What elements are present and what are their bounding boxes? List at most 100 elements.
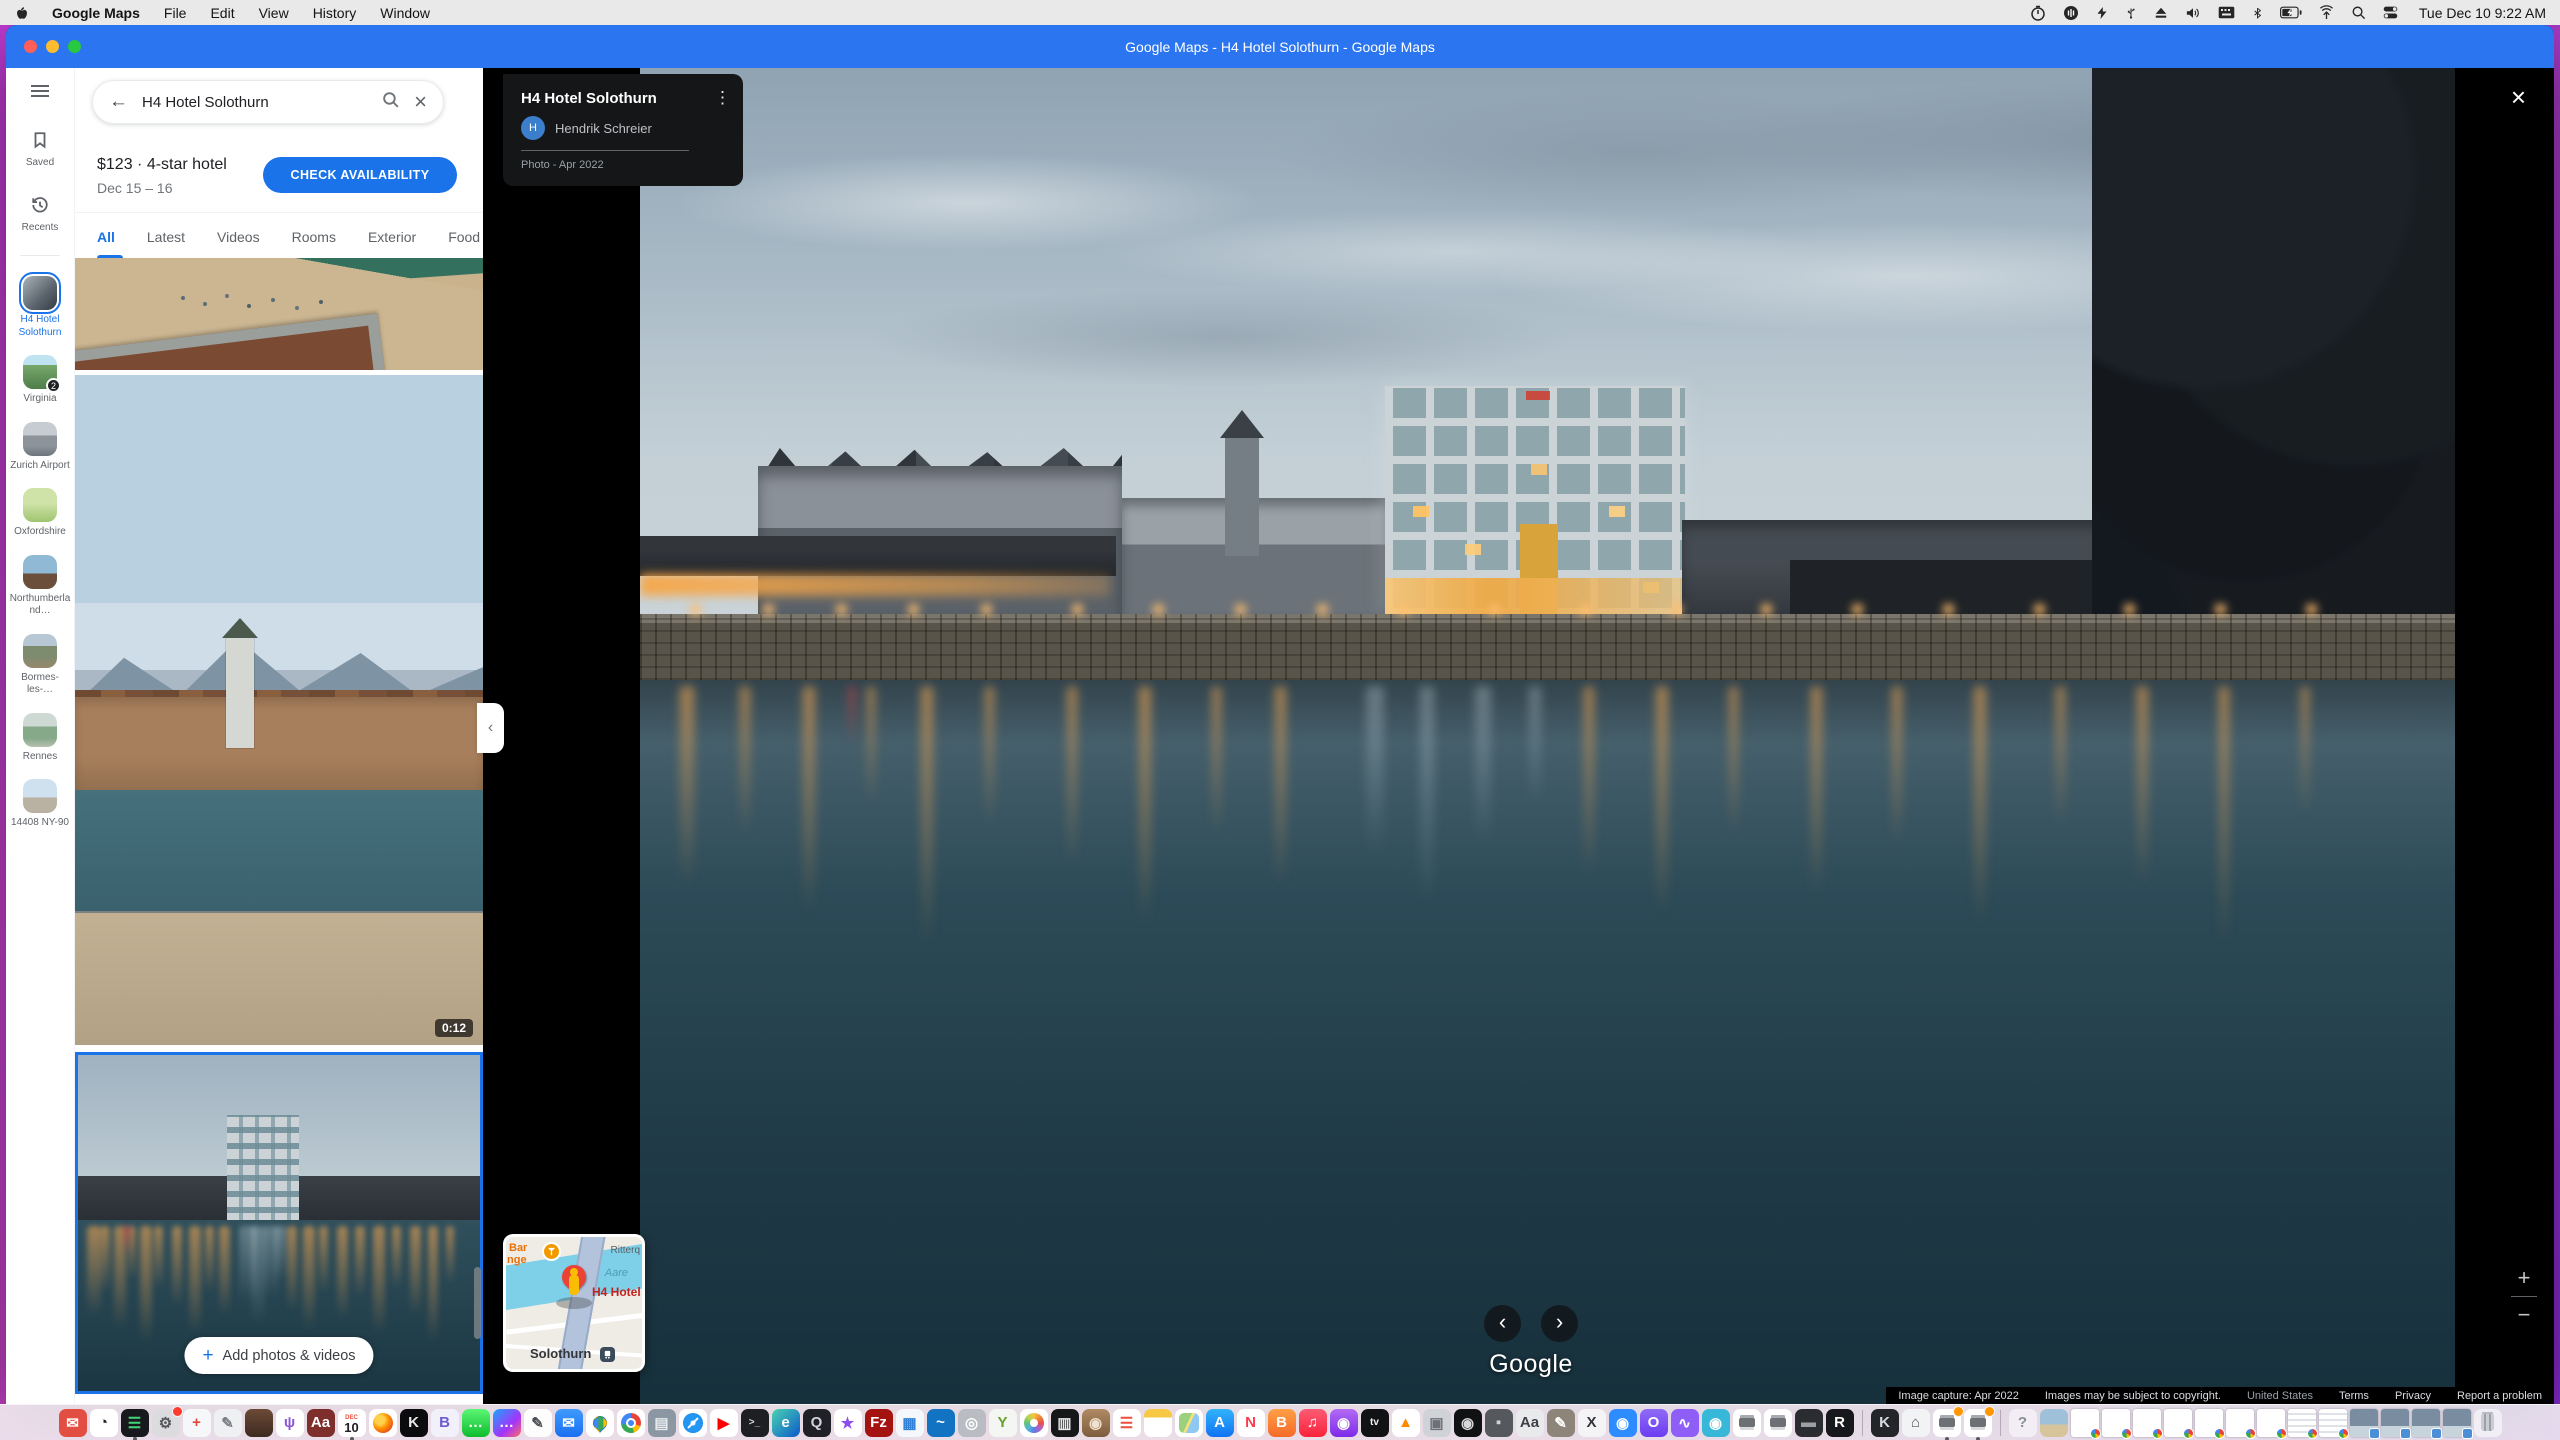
clear-search-icon[interactable]: ×: [414, 91, 427, 113]
photo-thumbnail-rooftop[interactable]: [75, 258, 483, 370]
dock-help-icon[interactable]: ?: [2009, 1409, 2037, 1437]
dock-font-book-icon[interactable]: Aa: [1516, 1409, 1544, 1437]
search-icon[interactable]: [381, 90, 400, 114]
hamburger-menu-icon[interactable]: [30, 84, 50, 103]
dock-medical-icon[interactable]: +: [183, 1409, 211, 1437]
dock-edge-icon[interactable]: e: [772, 1409, 800, 1437]
menu-item-window[interactable]: Window: [380, 5, 430, 21]
add-photos-button[interactable]: + Add photos & videos: [184, 1337, 373, 1374]
zoom-window-button[interactable]: [68, 40, 81, 53]
audio-icon[interactable]: [2063, 5, 2079, 21]
dock-trash-icon[interactable]: [2474, 1409, 2502, 1437]
mini-map[interactable]: Bar nge Ritterq Aare H4 Hotel Solothurn: [503, 1234, 645, 1372]
recent-place-oxfordshire[interactable]: Oxfordshire: [9, 488, 71, 539]
author-avatar[interactable]: H: [521, 116, 545, 140]
menu-clock[interactable]: Tue Dec 10 9:22 AM: [2419, 5, 2546, 21]
dock-filezilla-icon[interactable]: Fz: [865, 1409, 893, 1437]
dock-files-gray-icon[interactable]: ▤: [648, 1409, 676, 1437]
dock-books-icon[interactable]: B: [1268, 1409, 1296, 1437]
dock-voice-memos-icon[interactable]: ∿: [1671, 1409, 1699, 1437]
dock-kindle-icon[interactable]: K: [400, 1409, 428, 1437]
hotel-dates[interactable]: Dec 15 – 16: [97, 180, 173, 196]
collapse-panel-handle[interactable]: ‹: [477, 703, 504, 753]
dock-apple-maps-icon[interactable]: [1175, 1409, 1203, 1437]
dock-window-shot-1-icon[interactable]: [2350, 1409, 2378, 1437]
menu-item-history[interactable]: History: [313, 5, 357, 21]
usb-icon[interactable]: [2125, 5, 2137, 21]
dock-system-settings-icon[interactable]: ⚙: [152, 1409, 180, 1437]
dock-gimp-icon[interactable]: ✎: [1547, 1409, 1575, 1437]
eject-icon[interactable]: [2154, 6, 2168, 20]
dock-calendar-icon[interactable]: DEC10: [338, 1409, 366, 1437]
dock-archive-utility-icon[interactable]: ▣: [1423, 1409, 1451, 1437]
dock-midi-usb-icon[interactable]: ψ: [276, 1409, 304, 1437]
dock-print-center-icon[interactable]: [1764, 1409, 1792, 1437]
dock-keychain-icon[interactable]: K: [1871, 1409, 1899, 1437]
check-availability-button[interactable]: CHECK AVAILABILITY: [263, 157, 457, 193]
recent-place-virginia[interactable]: 2Virginia: [9, 355, 71, 406]
sidebar-item-saved[interactable]: Saved: [26, 131, 54, 168]
zoom-in-button[interactable]: +: [2508, 1263, 2541, 1293]
dock-chrome-doc-2-icon[interactable]: [2102, 1409, 2130, 1437]
recent-place-bormes-les-[interactable]: Bormes-les-…: [9, 634, 71, 697]
dock-chrome-icon[interactable]: [617, 1409, 645, 1437]
dock-midi-keys-icon[interactable]: ▥: [1051, 1409, 1079, 1437]
control-center-icon[interactable]: [2383, 6, 2398, 19]
dock-apple-tv-icon[interactable]: tv: [1361, 1409, 1389, 1437]
dock-podcasts-icon[interactable]: ◉: [1330, 1409, 1358, 1437]
dock-drafts-icon[interactable]: ✎: [524, 1409, 552, 1437]
keyboard-icon[interactable]: [2218, 6, 2235, 19]
dock-printer-b-icon[interactable]: [1964, 1409, 1992, 1437]
recent-place-14408-ny-90[interactable]: 14408 NY-90: [9, 779, 71, 830]
recent-place-h4-hotel-solothurn[interactable]: H4 Hotel Solothurn: [9, 276, 71, 339]
tab-rooms[interactable]: Rooms: [292, 216, 336, 258]
dock-orbit-icon[interactable]: O: [1640, 1409, 1668, 1437]
dock-chrome-doc-3-icon[interactable]: [2133, 1409, 2161, 1437]
apple-icon[interactable]: [14, 5, 28, 21]
dock-bibdesk-icon[interactable]: B: [431, 1409, 459, 1437]
dock-sheet-1-icon[interactable]: [2288, 1409, 2316, 1437]
video-thumbnail-panorama[interactable]: 0:12: [75, 375, 483, 1045]
dock-photo-booth-icon[interactable]: ◉: [1702, 1409, 1730, 1437]
close-window-button[interactable]: [24, 40, 37, 53]
attribution-2[interactable]: United States: [2247, 1390, 2313, 1402]
dock-sheet-2-icon[interactable]: [2319, 1409, 2347, 1437]
dock-firefox-icon[interactable]: [369, 1409, 397, 1437]
dock-window-shot-3-icon[interactable]: [2412, 1409, 2440, 1437]
dock-terminal-dark-icon[interactable]: ▪: [1485, 1409, 1513, 1437]
dock-dash-icon[interactable]: ▦: [896, 1409, 924, 1437]
dock-quicktime-icon[interactable]: Q: [803, 1409, 831, 1437]
more-options-icon[interactable]: ⋮: [714, 88, 731, 108]
menu-item-view[interactable]: View: [259, 5, 289, 21]
tab-food[interactable]: Food: [448, 216, 480, 258]
minimize-window-button[interactable]: [46, 40, 59, 53]
dock-reminders-icon[interactable]: ☰: [1113, 1409, 1141, 1437]
dock-photos-icon[interactable]: [1020, 1409, 1048, 1437]
sidebar-item-recents[interactable]: Recents: [22, 196, 59, 233]
tab-exterior[interactable]: Exterior: [368, 216, 416, 258]
dock-window-shot-2-icon[interactable]: [2381, 1409, 2409, 1437]
dock-imovie-icon[interactable]: ★: [834, 1409, 862, 1437]
dock-chrome-doc-7-icon[interactable]: [2257, 1409, 2285, 1437]
search-icon[interactable]: [2351, 5, 2366, 20]
attribution-5[interactable]: Report a problem: [2457, 1390, 2542, 1402]
dock-printer-black-icon[interactable]: ▬: [1795, 1409, 1823, 1437]
dock-chrome-doc-5-icon[interactable]: [2195, 1409, 2223, 1437]
dock-chrome-doc-1-icon[interactable]: [2071, 1409, 2099, 1437]
search-input[interactable]: [142, 94, 367, 111]
dock-xquartz-icon[interactable]: X: [1578, 1409, 1606, 1437]
timer-icon[interactable]: [2030, 5, 2046, 21]
dock-news-icon[interactable]: N: [1237, 1409, 1265, 1437]
dock-home-icon[interactable]: ⌂: [1902, 1409, 1930, 1437]
dock-openoffice-icon[interactable]: ~: [927, 1409, 955, 1437]
dock-notes-icon[interactable]: [1144, 1409, 1172, 1437]
dock-safari-icon[interactable]: [679, 1409, 707, 1437]
volume-icon[interactable]: [2185, 6, 2201, 20]
recent-place-zurich-airport[interactable]: Zurich Airport: [9, 422, 71, 473]
dock-installer-icon[interactable]: ✎: [214, 1409, 242, 1437]
recent-place-northumberland-[interactable]: Northumberland…: [9, 555, 71, 618]
dock-vlc-icon[interactable]: ▲: [1392, 1409, 1420, 1437]
train-station-icon[interactable]: [600, 1347, 615, 1362]
zoom-out-button[interactable]: −: [2508, 1300, 2541, 1330]
tab-latest[interactable]: Latest: [147, 216, 185, 258]
